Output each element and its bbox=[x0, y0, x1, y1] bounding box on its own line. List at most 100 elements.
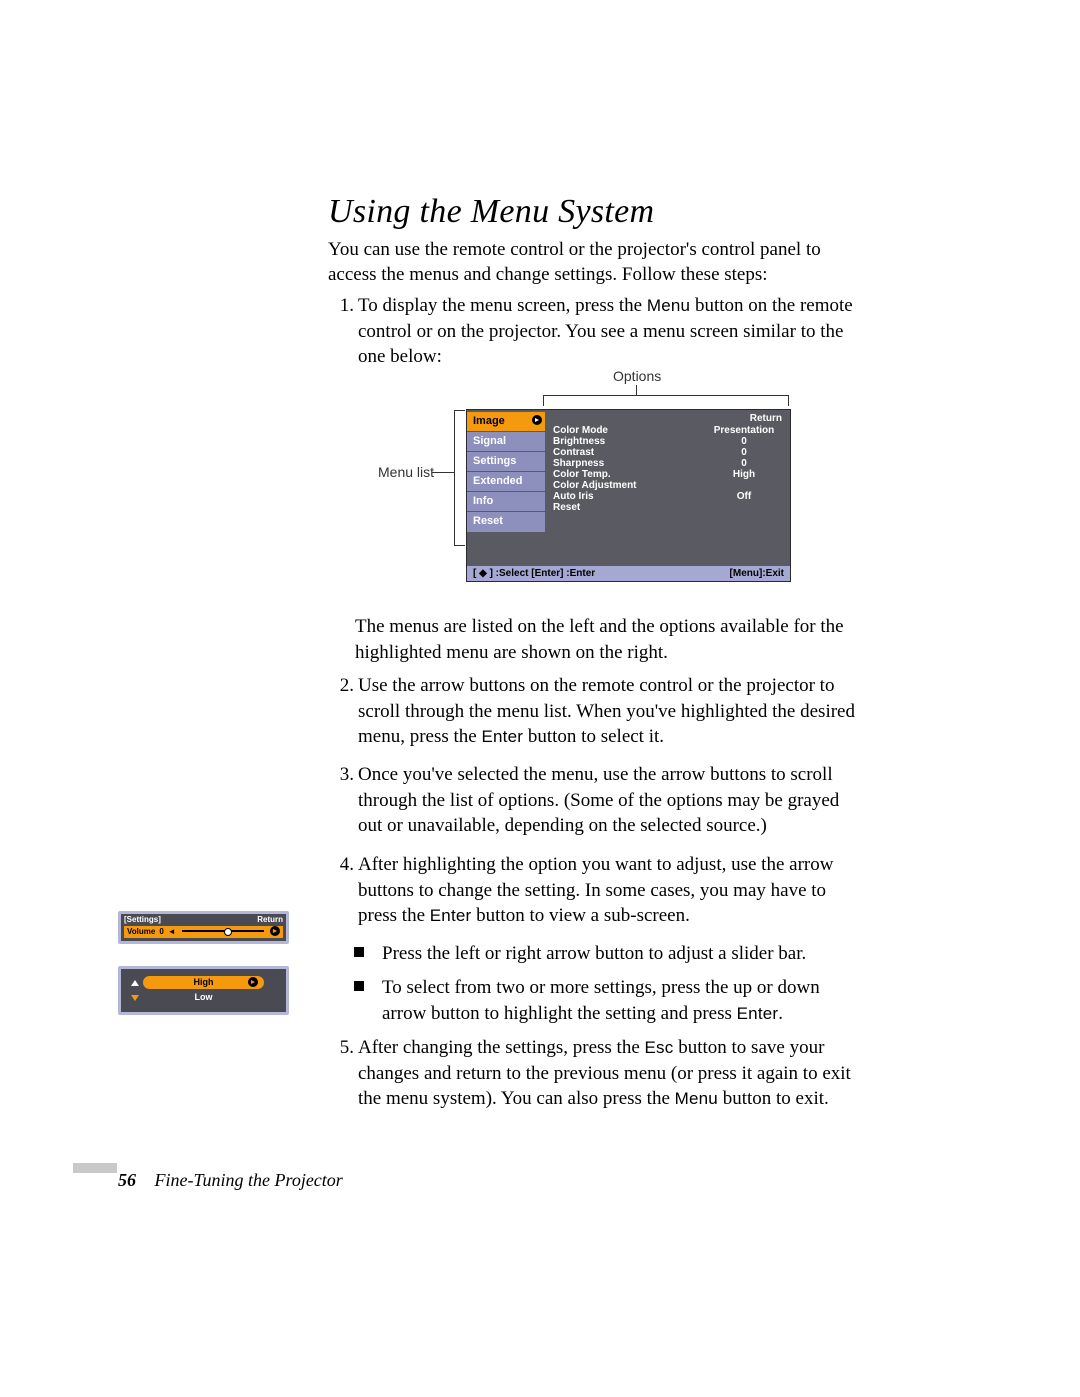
arrow-right-icon: ► bbox=[270, 926, 280, 936]
option-key: Color Temp. bbox=[553, 469, 704, 480]
step-5: 5. After changing the settings, press th… bbox=[328, 1035, 868, 1112]
option-low: Low bbox=[143, 991, 264, 1004]
volume-value: 0 bbox=[159, 927, 163, 936]
menu-button-text: Menu bbox=[675, 1089, 718, 1108]
option-key: Sharpness bbox=[553, 458, 704, 469]
text: button to select it. bbox=[523, 726, 664, 747]
option-value: Off bbox=[704, 491, 784, 502]
enter-button-text: Enter bbox=[430, 906, 472, 925]
option-value bbox=[704, 480, 784, 491]
section-heading: Using the Menu System bbox=[328, 193, 654, 231]
post-diagram-paragraph: The menus are listed on the left and the… bbox=[355, 614, 865, 665]
menu-screenshot-diagram: Options Menu list Image Signal Settings … bbox=[328, 363, 848, 593]
enter-icon bbox=[248, 977, 258, 987]
step-1: 1. To display the menu screen, press the… bbox=[328, 293, 868, 370]
option-key: Reset bbox=[553, 502, 704, 513]
bullet-1: Press the left or right arrow button to … bbox=[382, 941, 862, 967]
intro-paragraph: You can use the remote control or the pr… bbox=[328, 237, 838, 287]
options-callout-label: Options bbox=[613, 368, 661, 384]
option-row: Reset bbox=[553, 502, 784, 513]
menu-item-settings: Settings bbox=[467, 452, 545, 472]
option-row: Color Temp.High bbox=[553, 469, 784, 480]
arrow-left-icon: ◄ bbox=[168, 927, 176, 936]
step-body: To display the menu screen, press the Me… bbox=[354, 293, 868, 370]
menu-item-reset: Reset bbox=[467, 512, 545, 532]
menu-item-extended: Extended bbox=[467, 472, 545, 492]
enter-icon bbox=[532, 415, 542, 425]
osd-menu-screenshot: Image Signal Settings Extended Info Rese… bbox=[466, 409, 791, 582]
text: After changing the settings, press the bbox=[358, 1037, 645, 1058]
text: button to exit. bbox=[718, 1088, 829, 1109]
header-right: Return bbox=[257, 915, 283, 924]
enter-button-text: Enter bbox=[481, 727, 523, 746]
step-body: Use the arrow buttons on the remote cont… bbox=[354, 673, 868, 750]
option-row: Color ModePresentation bbox=[553, 425, 784, 436]
step-number: 1. bbox=[328, 293, 354, 319]
step-body: After changing the settings, press the E… bbox=[354, 1035, 868, 1112]
menu-button-text: Menu bbox=[647, 296, 690, 315]
volume-slider: Volume 0 ◄ ► bbox=[124, 926, 283, 938]
step-number: 3. bbox=[328, 762, 354, 788]
step-2: 2. Use the arrow buttons on the remote c… bbox=[328, 673, 868, 750]
option-value bbox=[704, 502, 784, 513]
slider-track bbox=[182, 930, 264, 932]
osd-menu-list: Image Signal Settings Extended Info Rese… bbox=[467, 410, 545, 566]
label: Image bbox=[473, 415, 505, 427]
step-3: 3. Once you've selected the menu, use th… bbox=[328, 762, 868, 839]
step-number: 2. bbox=[328, 673, 354, 699]
option-row: Auto IrisOff bbox=[553, 491, 784, 502]
manual-page: Using the Menu System You can use the re… bbox=[0, 0, 1080, 1397]
option-key: Contrast bbox=[553, 447, 704, 458]
option-key: Color Mode bbox=[553, 425, 704, 436]
option-key: Brightness bbox=[553, 436, 704, 447]
text: button to view a sub-screen. bbox=[471, 905, 689, 926]
menu-item-signal: Signal bbox=[467, 432, 545, 452]
osd-help-bar: [ ◆ ] :Select [Enter] :Enter [Menu]:Exit bbox=[467, 566, 790, 581]
page-number: 56 bbox=[118, 1170, 136, 1190]
step-number: 5. bbox=[328, 1035, 354, 1061]
option-key: Auto Iris bbox=[553, 491, 704, 502]
bullet-2: To select from two or more settings, pre… bbox=[382, 975, 862, 1026]
text: Press the left or right arrow button to … bbox=[382, 943, 806, 964]
menu-item-info: Info bbox=[467, 492, 545, 512]
frame: [Settings] Return Volume 0 ◄ ► bbox=[118, 911, 289, 944]
esc-button-text: Esc bbox=[645, 1038, 674, 1057]
square-bullet-icon bbox=[354, 947, 364, 957]
text: To display the menu screen, press the bbox=[358, 295, 647, 316]
options-callout-bracket bbox=[543, 395, 789, 406]
option-value: High bbox=[704, 469, 784, 480]
page-footer: 56 Fine-Tuning the Projector bbox=[118, 1170, 343, 1191]
option-high: High bbox=[143, 976, 264, 989]
chapter-title: Fine-Tuning the Projector bbox=[155, 1170, 343, 1190]
osd-body: Image Signal Settings Extended Info Rese… bbox=[467, 410, 790, 566]
menu-list-callout-bracket bbox=[454, 410, 465, 546]
option-key: Color Adjustment bbox=[553, 480, 704, 491]
step-4: 4. After highlighting the option you wan… bbox=[328, 852, 868, 929]
header: [Settings] Return bbox=[121, 914, 286, 925]
footer-rule bbox=[73, 1163, 117, 1173]
osd-return-label: Return bbox=[553, 413, 784, 425]
text: . bbox=[778, 1003, 783, 1024]
callout-tick bbox=[636, 385, 637, 395]
osd-options-panel: Return Color ModePresentation Brightness… bbox=[545, 410, 790, 566]
option-value: 0 bbox=[704, 436, 784, 447]
enter-button-text: Enter bbox=[737, 1004, 779, 1023]
help-bar-right: [Menu]:Exit bbox=[730, 568, 784, 579]
option-value: 0 bbox=[704, 458, 784, 469]
high-low-option-screenshot: High Low bbox=[118, 966, 289, 1015]
step-body: Once you've selected the menu, use the a… bbox=[354, 762, 868, 839]
option-row: Sharpness0 bbox=[553, 458, 784, 469]
frame: High Low bbox=[118, 966, 289, 1015]
option-value: Presentation bbox=[704, 425, 784, 436]
step-body: After highlighting the option you want t… bbox=[354, 852, 868, 929]
header-left: [Settings] bbox=[124, 915, 161, 924]
volume-label: Volume bbox=[127, 927, 155, 936]
option-row: Contrast0 bbox=[553, 447, 784, 458]
option-row: Color Adjustment bbox=[553, 480, 784, 491]
volume-slider-screenshot: [Settings] Return Volume 0 ◄ ► bbox=[118, 911, 289, 944]
square-bullet-icon bbox=[354, 981, 364, 991]
menu-list-callout-label: Menu list bbox=[378, 464, 434, 480]
menu-item-image: Image bbox=[467, 412, 545, 432]
option-row: Brightness0 bbox=[553, 436, 784, 447]
help-bar-left: [ ◆ ] :Select [Enter] :Enter bbox=[473, 568, 595, 579]
